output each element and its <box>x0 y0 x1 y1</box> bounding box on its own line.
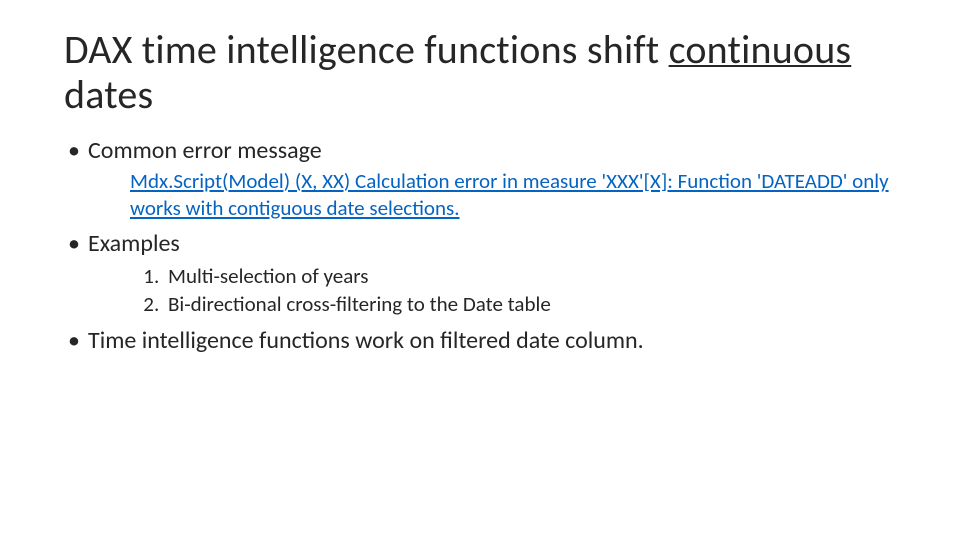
title-post: dates <box>64 70 153 119</box>
title-pre: DAX time intelligence functions shift <box>64 25 669 74</box>
bullet-common-error-text: Common error message <box>88 136 322 165</box>
bullet-examples-text: Examples <box>88 229 180 258</box>
body-list: Common error message Mdx.Script(Model) (… <box>64 136 896 357</box>
slide-title: DAX time intelligence functions shift co… <box>64 28 896 118</box>
title-underlined: continuous <box>669 25 852 74</box>
examples-list: Multi-selection of years Bi-directional … <box>130 262 896 319</box>
example-item-1: Multi-selection of years <box>164 262 896 290</box>
bullet-common-error: Common error message Mdx.Script(Model) (… <box>64 136 896 221</box>
error-message-link[interactable]: Mdx.Script(Model) (X, XX) Calculation er… <box>130 168 889 220</box>
bullet-examples: Examples Multi-selection of years Bi-dir… <box>64 229 896 318</box>
slide: DAX time intelligence functions shift co… <box>0 0 960 357</box>
example-item-2: Bi-directional cross-filtering to the Da… <box>164 290 896 318</box>
error-message-block: Mdx.Script(Model) (X, XX) Calculation er… <box>130 168 896 221</box>
bullet-filtered-date-text: Time intelligence functions work on filt… <box>88 326 644 355</box>
bullet-filtered-date: Time intelligence functions work on filt… <box>64 326 896 357</box>
